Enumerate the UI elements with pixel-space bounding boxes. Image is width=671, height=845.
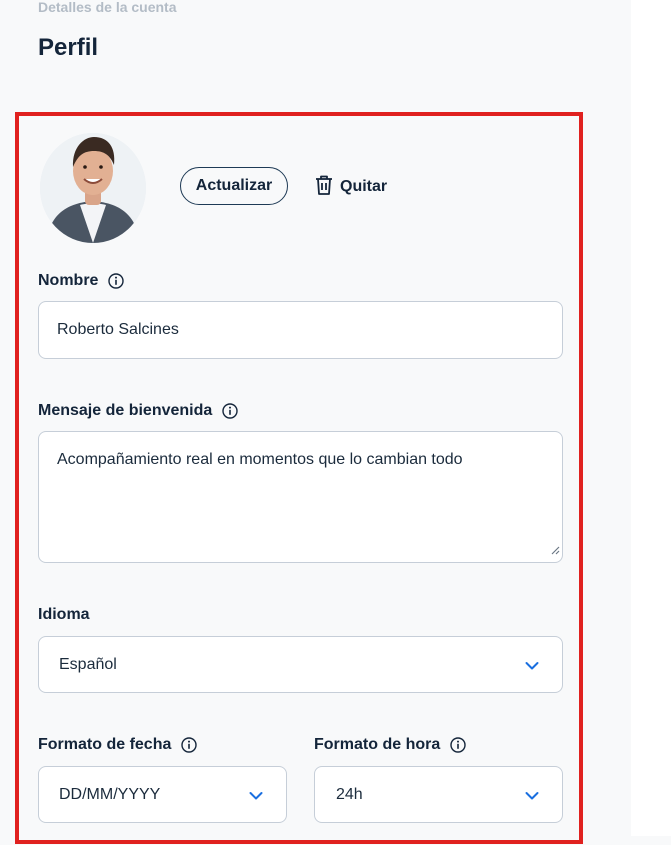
date-format-value: DD/MM/YYYY — [59, 785, 161, 803]
welcome-textarea[interactable]: Acompañamiento real en momentos que lo c… — [38, 431, 563, 563]
date-format-select[interactable]: DD/MM/YYYY — [38, 766, 287, 823]
info-icon[interactable] — [181, 737, 198, 753]
chevron-down-icon — [525, 788, 539, 806]
trash-icon — [314, 174, 334, 201]
welcome-value: Acompañamiento real en momentos que lo c… — [57, 451, 463, 468]
info-icon[interactable] — [108, 273, 125, 289]
time-format-value: 24h — [336, 785, 363, 803]
language-select[interactable]: Español — [38, 636, 563, 693]
resize-grip-icon[interactable] — [550, 542, 560, 560]
name-input[interactable]: Roberto Salcines — [38, 301, 563, 359]
language-value: Español — [59, 655, 117, 673]
remove-avatar-button[interactable]: Quitar — [314, 173, 387, 201]
name-value: Roberto Salcines — [57, 321, 179, 338]
info-icon[interactable] — [450, 737, 466, 753]
welcome-label: Mensaje de bienvenida — [38, 402, 238, 420]
name-label: Nombre — [38, 272, 125, 290]
page-gutter — [631, 0, 671, 836]
chevron-down-icon — [249, 788, 263, 806]
remove-avatar-label: Quitar — [340, 178, 388, 195]
avatar — [40, 133, 146, 243]
info-icon[interactable] — [222, 403, 238, 419]
date-format-label: Formato de fecha — [38, 736, 198, 754]
language-label: Idioma — [38, 606, 90, 623]
section-title: Detalles de la cuenta — [38, 0, 177, 15]
update-avatar-button[interactable]: Actualizar — [180, 167, 288, 205]
chevron-down-icon — [525, 658, 539, 676]
page-title: Perfil — [38, 34, 99, 61]
time-format-select[interactable]: 24h — [314, 766, 563, 823]
time-format-label: Formato de hora — [314, 736, 466, 754]
